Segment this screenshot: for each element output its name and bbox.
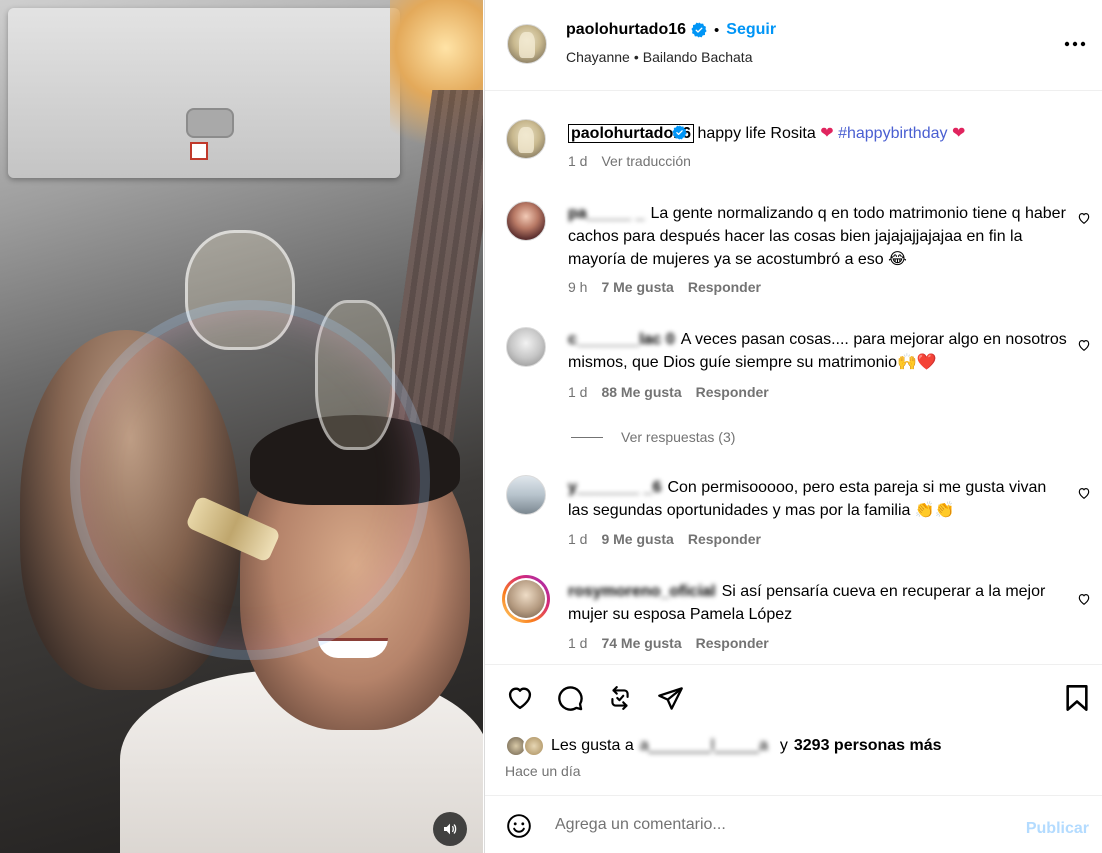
caption-time[interactable]: 1 d — [568, 153, 587, 169]
follow-button[interactable]: Seguir — [726, 21, 776, 39]
avatar — [507, 580, 545, 618]
song-title: Bailando Bachata — [642, 49, 753, 65]
share-icon — [657, 686, 683, 710]
repost-button[interactable] — [605, 683, 635, 713]
replies-divider — [571, 436, 603, 438]
likes-user[interactable]: a_______l_____a — [640, 737, 768, 755]
more-options-button[interactable] — [1063, 32, 1087, 56]
comment-like-heart-icon[interactable] — [1077, 211, 1091, 225]
story-ring-avatar[interactable] — [502, 575, 550, 623]
post-header: paolohurtado16 • Seguir Chayanne • Baila… — [485, 0, 1102, 90]
caption-hashtag[interactable]: #happybirthday — [838, 125, 947, 142]
comment-username[interactable]: rosymoreno_oficial — [568, 580, 716, 603]
comment-text: pa_____ _ La gente normalizando q en todo… — [568, 202, 1068, 271]
avatar[interactable] — [507, 24, 547, 64]
emoji-button[interactable] — [505, 812, 533, 840]
more-options-icon — [1064, 41, 1086, 47]
comment-likes[interactable]: 74 Me gusta — [601, 635, 681, 651]
reply-button[interactable]: Responder — [696, 635, 769, 651]
volume-icon — [444, 823, 457, 835]
publish-button[interactable]: Publicar — [1026, 820, 1089, 838]
volume-button[interactable] — [433, 812, 467, 846]
verified-badge-icon — [691, 22, 707, 38]
comment-text: c_______lac 0A veces pasan cosas.... par… — [568, 328, 1068, 374]
heart-icon — [508, 687, 532, 710]
comment-username[interactable]: y_______ _6 — [568, 476, 661, 499]
save-button[interactable] — [1062, 683, 1092, 713]
reply-button[interactable]: Responder — [688, 531, 761, 547]
likes-prefix: Les gusta a — [551, 737, 634, 754]
bin-latch — [186, 108, 234, 138]
caption-meta: 1 d Ver traducción — [568, 153, 691, 169]
comment-like-heart-icon[interactable] — [1077, 486, 1091, 500]
comment-meta: 1 d 74 Me gusta Responder — [568, 635, 769, 651]
comment-like-heart-icon[interactable] — [1077, 592, 1091, 606]
emoji-icon — [507, 814, 531, 838]
separator-dot: • — [633, 49, 639, 65]
post-time[interactable]: Hace un día — [505, 763, 581, 779]
comment-time[interactable]: 1 d — [568, 531, 587, 547]
liker-avatar — [523, 735, 545, 757]
comment-meta: 9 h 7 Me gusta Responder — [568, 279, 761, 295]
audio-info[interactable]: Chayanne • Bailando Bachata — [566, 49, 753, 65]
comment-composer: Publicar — [485, 795, 1102, 853]
comment-username[interactable]: pa_____ _ — [568, 202, 645, 225]
comment-time[interactable]: 9 h — [568, 279, 587, 295]
comment-icon — [558, 686, 583, 711]
comment-button[interactable] — [555, 683, 585, 713]
caption-text: paolohurtado16 happy life Rosita ❤ #happ… — [568, 121, 1068, 145]
post-actions: Les gusta a a_______l_____a y 3293 perso… — [485, 664, 1102, 794]
share-button[interactable] — [655, 683, 685, 713]
likes-summary[interactable]: Les gusta a a_______l_____a y 3293 perso… — [505, 735, 942, 757]
caption-message: happy life Rosita — [697, 125, 816, 142]
avatar[interactable] — [506, 475, 546, 515]
comment-time[interactable]: 1 d — [568, 384, 587, 400]
heart-emoji: ❤ — [951, 123, 966, 142]
comment-username[interactable]: c_______lac 0 — [568, 328, 675, 351]
comment-likes[interactable]: 7 Me gusta — [601, 279, 673, 295]
verified-badge-icon — [672, 125, 687, 140]
avatar[interactable] — [506, 201, 546, 241]
likes-count[interactable]: 3293 personas más — [794, 737, 942, 755]
like-button[interactable] — [505, 683, 535, 713]
lens-flare — [70, 300, 430, 660]
comment-time[interactable]: 1 d — [568, 635, 587, 651]
reply-button[interactable]: Responder — [696, 384, 769, 400]
comments-list[interactable]: paolohurtado16 happy life Rosita ❤ #happ… — [485, 90, 1102, 664]
comment-input[interactable] — [555, 810, 995, 840]
repost-icon — [611, 686, 629, 710]
avatar[interactable] — [506, 327, 546, 367]
view-replies-label: Ver respuestas (3) — [621, 429, 736, 445]
comment-likes[interactable]: 9 Me gusta — [601, 531, 673, 547]
separator-dot: • — [714, 21, 720, 39]
header-username[interactable]: paolohurtado16 — [566, 21, 686, 39]
song-artist: Chayanne — [566, 49, 630, 65]
avatar[interactable] — [506, 119, 546, 159]
likes-connector: y — [779, 737, 788, 754]
comment-text: y_______ _6 Con permisooooo, pero esta pa… — [568, 476, 1068, 522]
reply-button[interactable]: Responder — [688, 279, 761, 295]
comment-text: rosymoreno_oficial Si así pensaría cueva … — [568, 580, 1068, 626]
comment-meta: 1 d 88 Me gusta Responder — [568, 384, 769, 400]
post-panel: paolohurtado16 • Seguir Chayanne • Baila… — [484, 0, 1102, 853]
heart-emoji: ❤ — [820, 123, 834, 142]
post-media-photo[interactable] — [0, 0, 483, 853]
comment-like-heart-icon[interactable] — [1077, 338, 1091, 352]
no-smoking-sign — [190, 142, 208, 160]
view-replies-button[interactable]: Ver respuestas (3) — [571, 429, 735, 445]
comment-meta: 1 d 9 Me gusta Responder — [568, 531, 761, 547]
bookmark-icon — [1066, 685, 1088, 711]
comment-likes[interactable]: 88 Me gusta — [601, 384, 681, 400]
translate-link[interactable]: Ver traducción — [601, 153, 691, 169]
header-user-row: paolohurtado16 • Seguir — [566, 21, 776, 39]
